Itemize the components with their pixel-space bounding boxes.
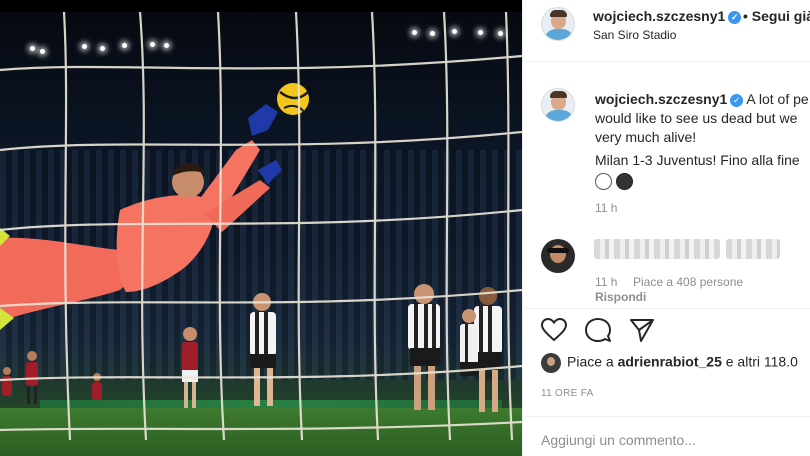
divider [522,308,810,309]
share-icon[interactable] [628,316,656,344]
white-circle-icon [595,173,612,190]
caption-author-avatar[interactable] [541,88,575,122]
blurred-comment-text [726,239,780,259]
black-circle-icon [616,173,633,190]
author-username[interactable]: wojciech.szczesny1 ✓ [593,8,742,24]
player-milan [2,367,12,396]
goalkeeper [0,104,282,330]
caption-text: A lot of pe [746,91,809,107]
caption: wojciech.szczesny1 ✓ A lot of pe would li… [595,90,810,190]
comment-icon[interactable] [584,316,612,344]
caption-text: Milan 1-3 Juventus! Fino alla fine [595,152,800,168]
liker-username[interactable]: adrienrabiot_25 [618,354,722,370]
post-location[interactable]: San Siro Stadio [593,28,676,42]
football [277,83,309,115]
commenter-avatar[interactable] [541,239,575,273]
follow-button[interactable]: • Segui già [743,8,810,24]
post-timestamp: 11 ORE FA [541,388,594,399]
caption-username[interactable]: wojciech.szczesny1 [595,91,727,107]
caption-text: very much alive! [595,129,697,145]
caption-first-line: wojciech.szczesny1 ✓ A lot of pe [595,90,810,109]
match-scene [0,11,522,441]
likes-prefix: Piace a [567,353,618,370]
player-juventus [408,284,440,410]
verified-badge-icon: ✓ [728,11,742,24]
heart-icon[interactable] [540,316,568,344]
likes-summary[interactable]: Piace a adrienrabiot_25 e altri 118.0 [541,353,798,375]
player-juventus [474,287,502,412]
liker-avatar[interactable] [541,353,561,373]
player-juventus [460,309,478,376]
add-comment-input[interactable]: Aggiungi un commento... [541,432,696,448]
goal-net [0,11,522,441]
author-username-text[interactable]: wojciech.szczesny1 [593,8,725,24]
comment-time[interactable]: 11 h [595,275,617,289]
comment-likes[interactable]: Piace a 408 persone [633,275,743,289]
caption-text: would like to see us dead but we [595,110,798,126]
post-photo[interactable] [0,0,522,456]
player-milan [182,327,198,408]
verified-badge-icon: ✓ [730,94,744,107]
reply-button[interactable]: Rispondi [595,290,646,304]
caption-time[interactable]: 11 h [595,201,617,215]
blurred-comment-username [594,239,720,259]
likes-suffix[interactable]: e altri 118.0 [722,354,798,370]
caption-emojis [595,173,810,190]
player-juventus [250,293,276,406]
author-avatar[interactable] [541,7,575,41]
